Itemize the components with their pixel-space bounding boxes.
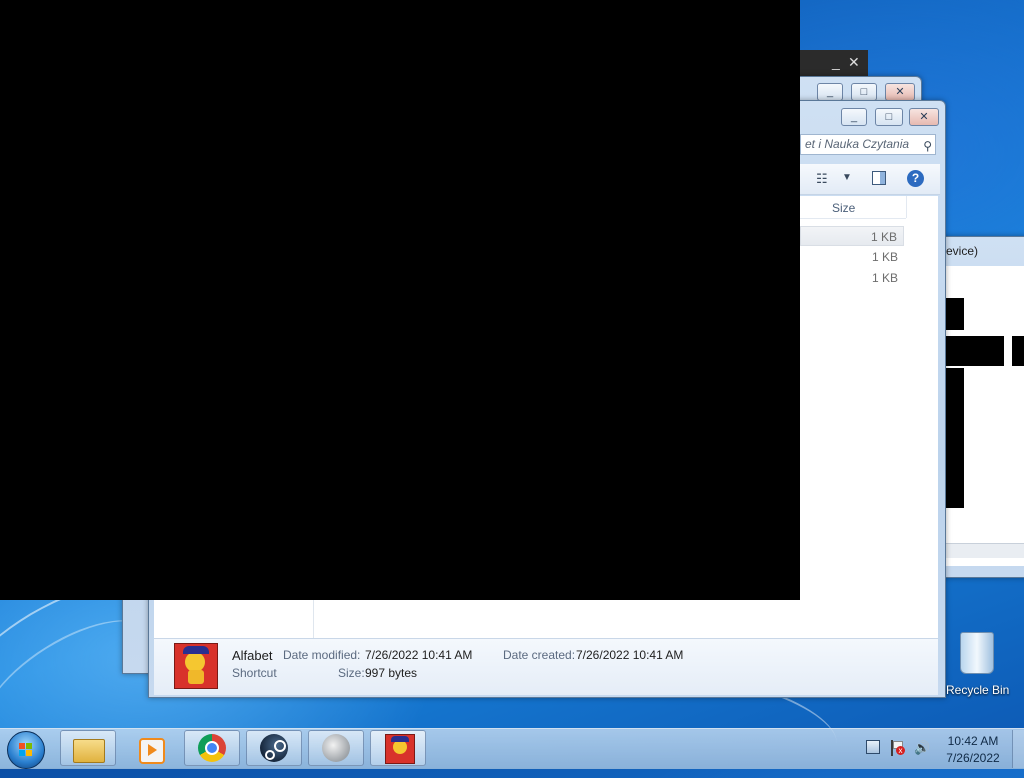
taskbar-steam[interactable] (246, 730, 302, 766)
taskbar-explorer[interactable] (60, 730, 116, 766)
back-maximize-button[interactable]: □ (851, 83, 877, 101)
help-icon[interactable]: ? (907, 170, 924, 187)
back-close-button[interactable]: ✕ (885, 83, 915, 101)
right-window-block (946, 368, 964, 508)
column-divider (906, 196, 907, 218)
size-label: Size: (338, 666, 365, 680)
windows-logo-icon (19, 743, 25, 749)
size-column-label: Size (832, 201, 856, 215)
taskbar-alfabet[interactable] (370, 730, 426, 766)
details-pane: Alfabet Shortcut Date modified: 7/26/202… (154, 638, 938, 695)
windows-logo-segment (19, 750, 25, 756)
size-cell: 1 KB (871, 271, 898, 285)
action-center-flag-icon[interactable]: x (890, 740, 905, 756)
right-window-title: evice) (946, 244, 979, 258)
media-player-icon (139, 738, 165, 764)
back-minimize-button[interactable]: _ (817, 83, 843, 101)
date-created-value: 7/26/2022 10:41 AM (576, 648, 684, 662)
right-window-scrollbar[interactable] (946, 543, 1024, 558)
table-row[interactable]: 1 KB (800, 247, 904, 267)
right-window-block (946, 336, 1004, 366)
date-modified-value: 7/26/2022 10:41 AM (365, 648, 473, 662)
show-desktop-button[interactable] (1012, 730, 1024, 768)
chrome-icon (198, 734, 226, 762)
column-header-size[interactable]: Size (800, 196, 906, 219)
alfabet-shortcut-icon (174, 643, 218, 689)
taskbar-chrome[interactable] (184, 730, 240, 766)
recycle-bin[interactable]: Recycle Bin (946, 628, 1022, 700)
file-name: Alfabet (232, 648, 273, 663)
windows-logo-segment (26, 750, 32, 756)
start-button[interactable] (7, 731, 45, 769)
console-minimize-button[interactable]: _ (832, 54, 840, 70)
steam-icon (260, 734, 288, 762)
right-window-block (1012, 336, 1024, 366)
command-bar: ☷ ▼ ? (800, 164, 940, 195)
file-type: Shortcut (232, 666, 277, 680)
close-button[interactable]: ✕ (909, 108, 939, 126)
folder-icon (73, 739, 105, 763)
windows-logo-segment (26, 743, 32, 749)
black-overlay (0, 0, 800, 600)
search-input[interactable]: et i Nauka Czytania ⚲ (800, 134, 936, 155)
size-cell: 1 KB (870, 230, 897, 244)
preview-pane-icon[interactable] (872, 171, 886, 185)
table-row[interactable]: 1 KB (800, 268, 904, 288)
view-options-icon[interactable]: ☷ (816, 171, 828, 187)
recycle-bin-label: Recycle Bin (946, 683, 1010, 697)
minimize-button[interactable]: _ (841, 108, 867, 126)
size-value: 997 bytes (365, 666, 418, 680)
taskbar-volume-app[interactable] (308, 730, 364, 766)
volume-icon[interactable]: 🔊 (914, 740, 930, 756)
alfabet-icon (385, 734, 415, 764)
clock-time[interactable]: 10:42 AM (940, 734, 1006, 748)
date-created-label: Date created: (503, 648, 576, 662)
date-modified-label: Date modified: (283, 648, 361, 662)
right-window-block (946, 298, 964, 330)
clock-date[interactable]: 7/26/2022 (940, 751, 1006, 765)
maximize-button[interactable]: □ (875, 108, 903, 126)
nav-pane-divider (313, 598, 314, 638)
taskbar-media-player[interactable] (122, 730, 178, 766)
table-row[interactable]: 1 KB (800, 226, 904, 246)
size-cell: 1 KB (871, 250, 898, 264)
speaker-icon (322, 734, 350, 762)
search-placeholder: et i Nauka Czytania (805, 137, 910, 151)
recycle-bin-icon (960, 632, 994, 674)
chevron-down-icon[interactable]: ▼ (842, 172, 852, 183)
search-icon: ⚲ (923, 139, 932, 153)
console-close-button[interactable]: ✕ (848, 54, 860, 70)
network-icon[interactable] (866, 740, 880, 754)
